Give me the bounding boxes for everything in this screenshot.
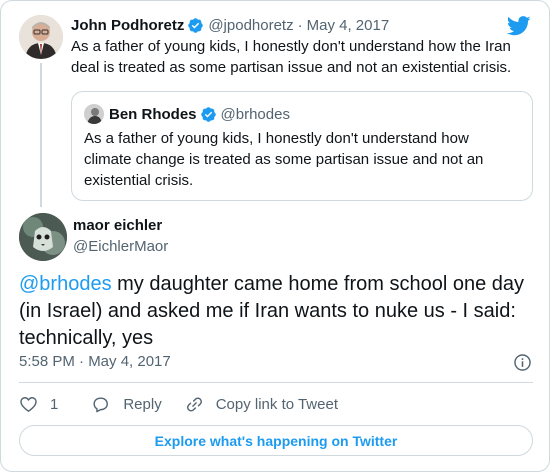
avatar-image <box>84 104 104 124</box>
copy-link-button[interactable]: Copy link to Tweet <box>185 395 338 414</box>
divider <box>19 382 533 383</box>
reply-bubble-icon <box>93 396 109 412</box>
parent-author-handle[interactable]: @jpodhoretz <box>208 17 293 34</box>
mention-link[interactable]: @brhodes <box>19 273 112 295</box>
tweet-timestamp[interactable]: 5:58 PM · May 4, 2017 <box>19 353 171 370</box>
twitter-bird-icon[interactable] <box>507 15 531 37</box>
reply-label: Reply <box>123 395 162 413</box>
info-icon[interactable] <box>513 353 532 372</box>
parent-author-name[interactable]: John Podhoretz <box>71 17 184 34</box>
parent-tweet-date[interactable]: May 4, 2017 <box>307 17 390 34</box>
main-author-name[interactable]: maor eichler <box>73 217 162 234</box>
quoted-tweet-text: As a father of young kids, I honestly do… <box>84 130 484 189</box>
quoted-tweet[interactable]: Ben Rhodes @brhodes As a father of young… <box>71 91 533 201</box>
separator-dot: · <box>297 16 303 34</box>
verified-badge-icon <box>200 106 216 122</box>
embedded-tweet-card: John Podhoretz @jpodhoretz · May 4, 2017… <box>0 0 550 472</box>
avatar-image <box>19 15 63 59</box>
avatar-image <box>19 213 67 261</box>
like-count: 1 <box>50 395 59 413</box>
like-button[interactable]: 1 <box>19 395 91 414</box>
parent-tweet-header: John Podhoretz @jpodhoretz · May 4, 2017 <box>71 15 389 35</box>
copy-link-label: Copy link to Tweet <box>215 395 338 413</box>
heart-icon <box>20 396 37 412</box>
quoted-author-handle: @brhodes <box>220 105 290 123</box>
reply-button[interactable]: Reply <box>91 395 184 414</box>
parent-author-avatar[interactable] <box>19 15 63 59</box>
main-author-handle[interactable]: @EichlerMaor <box>73 238 168 255</box>
parent-tweet-text: As a father of young kids, I honestly do… <box>71 38 512 76</box>
main-tweet-text: @brhodes my daughter came home from scho… <box>19 271 531 352</box>
quoted-tweet-header: Ben Rhodes @brhodes <box>109 104 290 124</box>
quoted-author-name: Ben Rhodes <box>109 105 197 123</box>
link-icon <box>186 396 202 412</box>
quoted-author-avatar <box>84 104 104 124</box>
explore-twitter-button[interactable]: Explore what's happening on Twitter <box>19 425 533 456</box>
tweet-actions: 1 Reply Copy link to Tweet <box>19 394 338 414</box>
main-author-avatar[interactable] <box>19 213 67 261</box>
thread-connector-line <box>40 63 42 207</box>
verified-badge-icon <box>188 17 204 33</box>
